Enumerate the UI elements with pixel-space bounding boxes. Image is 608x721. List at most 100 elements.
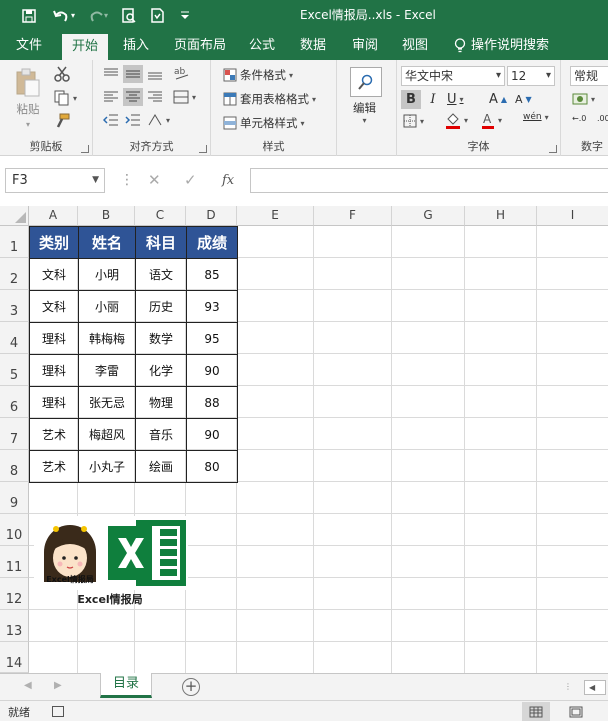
- table-cell[interactable]: 音乐: [135, 418, 187, 451]
- row-header-3[interactable]: 3: [0, 290, 29, 322]
- table-cell[interactable]: 李雷: [78, 354, 136, 387]
- row-header-2[interactable]: 2: [0, 258, 29, 290]
- row-header-10[interactable]: 10: [0, 514, 29, 546]
- row-header-1[interactable]: 1: [0, 226, 29, 258]
- clipboard-launcher-icon[interactable]: [81, 145, 89, 153]
- table-cell[interactable]: 理科: [29, 322, 79, 355]
- table-header-cell[interactable]: 科目: [135, 226, 187, 259]
- formula-input[interactable]: [250, 168, 608, 193]
- table-header-cell[interactable]: 成绩: [186, 226, 238, 259]
- paste-button[interactable]: 粘贴 ▾: [10, 68, 46, 129]
- name-box-dropdown-icon[interactable]: ▼: [92, 169, 99, 192]
- number-format-select[interactable]: 常规: [570, 66, 608, 86]
- prev-sheet-icon[interactable]: ◀: [24, 680, 32, 691]
- row-header-4[interactable]: 4: [0, 322, 29, 354]
- conditional-formatting-button[interactable]: 条件格式 ▾: [223, 67, 293, 83]
- tab-review[interactable]: 审阅: [344, 31, 386, 60]
- table-cell[interactable]: 80: [186, 450, 238, 483]
- table-cell[interactable]: 张无忌: [78, 386, 136, 419]
- print-preview-icon[interactable]: [116, 0, 142, 31]
- borders-button[interactable]: ▾: [403, 114, 424, 128]
- center-align-button[interactable]: [123, 88, 143, 106]
- decrease-decimal-button[interactable]: .00: [597, 114, 608, 123]
- excel-logo-picture[interactable]: [106, 516, 188, 590]
- format-as-table-button[interactable]: 套用表格格式 ▾: [223, 91, 316, 107]
- top-align-button[interactable]: [103, 67, 119, 81]
- row-header-7[interactable]: 7: [0, 418, 29, 450]
- table-cell[interactable]: 梅超风: [78, 418, 136, 451]
- tab-view[interactable]: 视图: [394, 31, 436, 60]
- table-cell[interactable]: 艺术: [29, 418, 79, 451]
- open-file-icon[interactable]: [144, 0, 170, 31]
- table-cell[interactable]: 85: [186, 258, 238, 291]
- column-header-f[interactable]: F: [314, 206, 392, 226]
- bottom-align-button[interactable]: [147, 67, 163, 81]
- next-sheet-icon[interactable]: ▶: [54, 680, 62, 691]
- left-align-button[interactable]: [103, 90, 119, 104]
- avatar-picture[interactable]: Excel情报局: [34, 516, 106, 590]
- cell-styles-button[interactable]: 单元格样式 ▾: [223, 115, 305, 131]
- italic-button[interactable]: I: [425, 90, 441, 109]
- tell-me-search[interactable]: 操作说明搜索: [454, 31, 564, 60]
- alignment-launcher-icon[interactable]: [199, 145, 207, 153]
- underline-button[interactable]: U ▾: [447, 90, 464, 109]
- table-cell[interactable]: 艺术: [29, 450, 79, 483]
- orientation-button[interactable]: ab: [173, 65, 191, 81]
- row-header-5[interactable]: 5: [0, 354, 29, 386]
- table-cell[interactable]: 数学: [135, 322, 187, 355]
- column-header-a[interactable]: A: [29, 206, 78, 226]
- table-cell[interactable]: 小丽: [78, 290, 136, 323]
- table-cell[interactable]: 韩梅梅: [78, 322, 136, 355]
- column-header-h[interactable]: H: [465, 206, 537, 226]
- cancel-entry-button[interactable]: ✕: [148, 168, 161, 193]
- table-cell[interactable]: 绘画: [135, 450, 187, 483]
- customize-toolbar-icon[interactable]: [172, 0, 198, 31]
- cut-button[interactable]: [54, 66, 70, 82]
- fill-color-button[interactable]: ▾: [445, 112, 468, 129]
- normal-view-button[interactable]: [522, 702, 550, 721]
- row-header-12[interactable]: 12: [0, 578, 29, 610]
- table-cell[interactable]: 历史: [135, 290, 187, 323]
- row-header-14[interactable]: 14: [0, 642, 29, 673]
- row-header-13[interactable]: 13: [0, 610, 29, 642]
- macro-record-icon[interactable]: [52, 706, 64, 717]
- row-header-6[interactable]: 6: [0, 386, 29, 418]
- increase-indent-button[interactable]: [125, 113, 141, 127]
- select-all-button[interactable]: [0, 206, 29, 226]
- tab-insert[interactable]: 插入: [114, 31, 158, 60]
- copy-button[interactable]: ▾: [54, 90, 77, 106]
- decrease-indent-button[interactable]: [103, 113, 119, 127]
- confirm-entry-button[interactable]: ✓: [184, 168, 197, 193]
- table-header-cell[interactable]: 姓名: [78, 226, 136, 259]
- font-name-select[interactable]: 华文中宋 ▾: [401, 66, 505, 86]
- find-button[interactable]: [350, 67, 382, 97]
- increase-font-button[interactable]: A ▲: [489, 90, 507, 109]
- font-size-select[interactable]: 12 ▾: [507, 66, 555, 86]
- decrease-font-button[interactable]: A ▼: [515, 90, 532, 109]
- table-cell[interactable]: 90: [186, 354, 238, 387]
- tab-data[interactable]: 数据: [292, 31, 334, 60]
- table-header-cell[interactable]: 类别: [29, 226, 79, 259]
- table-cell[interactable]: 化学: [135, 354, 187, 387]
- tab-file[interactable]: 文件: [5, 31, 53, 60]
- undo-icon[interactable]: ▾: [46, 0, 82, 31]
- merge-center-button[interactable]: ▾: [173, 90, 196, 104]
- table-cell[interactable]: 理科: [29, 386, 79, 419]
- right-align-button[interactable]: [147, 90, 163, 104]
- table-cell[interactable]: 90: [186, 418, 238, 451]
- name-box[interactable]: F3 ▼: [5, 168, 105, 193]
- table-cell[interactable]: 小丸子: [78, 450, 136, 483]
- column-header-b[interactable]: B: [78, 206, 135, 226]
- accounting-format-button[interactable]: ▾: [572, 92, 595, 106]
- column-header-d[interactable]: D: [186, 206, 237, 226]
- tab-home[interactable]: 开始: [62, 34, 108, 60]
- table-cell[interactable]: 物理: [135, 386, 187, 419]
- table-cell[interactable]: 93: [186, 290, 238, 323]
- page-layout-view-button[interactable]: [562, 702, 590, 721]
- column-header-i[interactable]: I: [537, 206, 608, 226]
- tab-page-layout[interactable]: 页面布局: [168, 31, 232, 60]
- table-cell[interactable]: 文科: [29, 290, 79, 323]
- save-icon[interactable]: [16, 0, 42, 31]
- font-launcher-icon[interactable]: [549, 145, 557, 153]
- bold-button[interactable]: B: [401, 90, 421, 109]
